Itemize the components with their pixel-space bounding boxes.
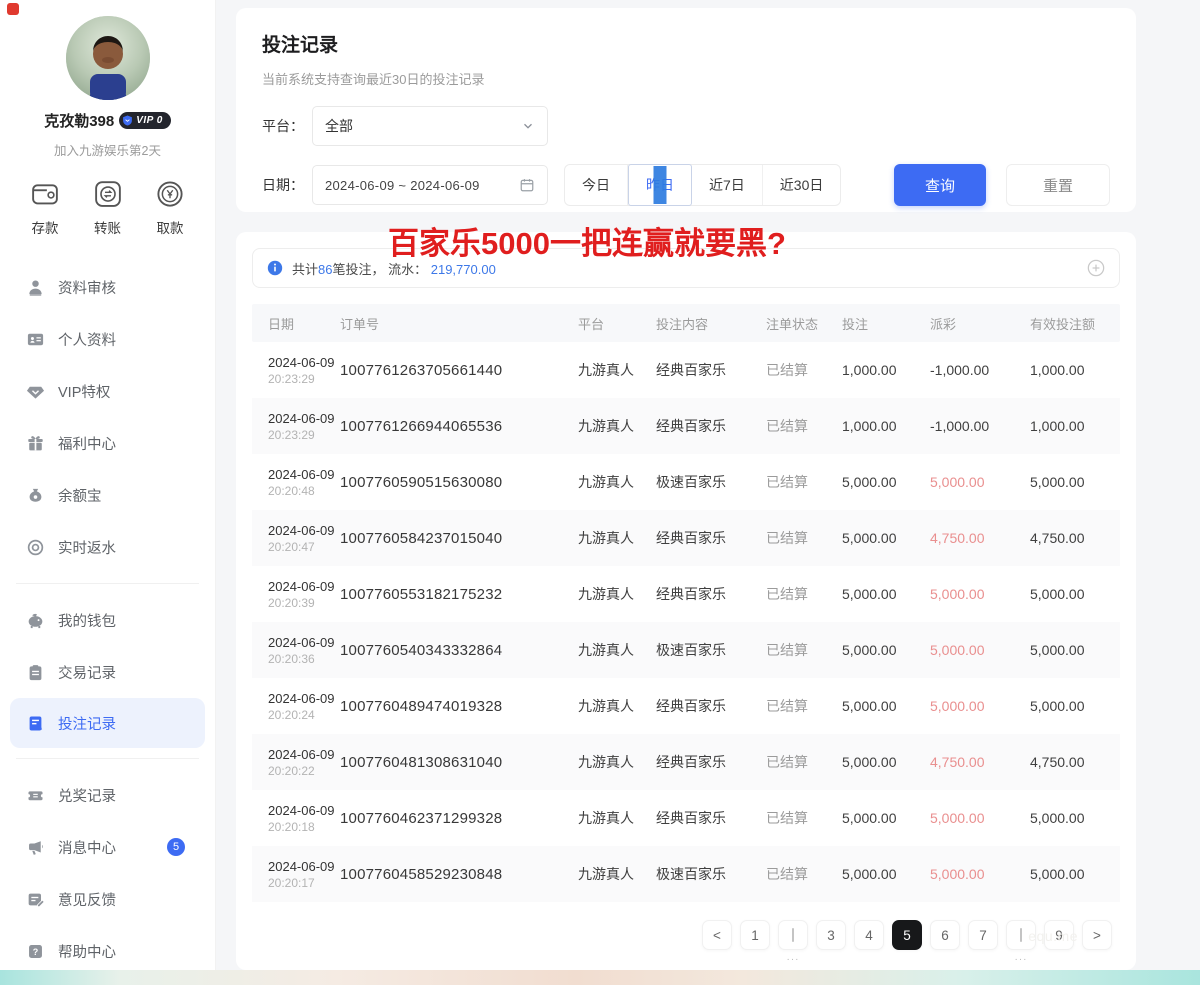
- svg-text:?: ?: [33, 947, 39, 957]
- sidebar-item-messages[interactable]: 消息中心 5: [0, 821, 215, 873]
- turnover-amount: 219,770.00: [431, 262, 496, 277]
- sidebar-item-yuebao[interactable]: 余额宝: [0, 469, 215, 521]
- table-row[interactable]: 2024-06-0920:20:39 1007760553182175232 九…: [252, 566, 1120, 622]
- sidebar-nav: 资料审核 个人资料 VIP特权 福利中心 余额宝 实时返水 我的钱包 交易记录 …: [0, 261, 215, 970]
- bet-count: 86: [318, 262, 332, 277]
- pagination-page-5[interactable]: 5: [892, 920, 922, 950]
- logo-mark: [7, 3, 19, 15]
- sidebar-divider: [16, 758, 199, 759]
- pagination: <1345679>: [252, 920, 1120, 950]
- pagination-page-6[interactable]: 6: [930, 920, 960, 950]
- quick-range-group: 今日 昨日 近7日 近30日: [564, 164, 841, 206]
- table-row[interactable]: 2024-06-0920:20:36 1007760540343332864 九…: [252, 622, 1120, 678]
- ticket-icon: [26, 786, 45, 805]
- query-button[interactable]: 查询: [894, 164, 986, 206]
- filter-card: 投注记录 当前系统支持查询最近30日的投注记录 平台： 全部 日期： 2024-…: [236, 8, 1136, 212]
- records-card: 共计86笔投注， 流水： 219,770.00 日期 订单号 平台 投注内容 注…: [236, 232, 1136, 970]
- sidebar-item-redeem[interactable]: 兑奖记录: [0, 769, 215, 821]
- sidebar-item-rebate[interactable]: 实时返水: [0, 521, 215, 573]
- summary-text: 共计86笔投注， 流水： 219,770.00: [292, 259, 496, 278]
- sidebar-item-help[interactable]: ? 帮助中心: [0, 925, 215, 970]
- chevron-down-icon: [521, 119, 535, 133]
- table-row[interactable]: 2024-06-0920:20:48 1007760590515630080 九…: [252, 454, 1120, 510]
- join-days-text: 加入九游娱乐第2天: [0, 140, 215, 159]
- sidebar-item-profile[interactable]: 个人资料: [0, 313, 215, 365]
- id-card-icon: [26, 330, 45, 349]
- gift-icon: [26, 434, 45, 453]
- app-layout: 克孜勒398 VIP 0 加入九游娱乐第2天 存款 转账: [0, 0, 1200, 970]
- user-audit-icon: [26, 278, 45, 297]
- table-row[interactable]: 2024-06-0920:23:29 1007761266944065536 九…: [252, 398, 1120, 454]
- username: 克孜勒398: [44, 110, 114, 131]
- sidebar-divider: [16, 583, 199, 584]
- page-subtitle: 当前系统支持查询最近30日的投注记录: [262, 69, 1110, 88]
- withdraw-button[interactable]: 取款: [155, 179, 185, 237]
- watermark: equ.me: [1028, 928, 1078, 944]
- quick-actions: 存款 转账 取款: [0, 179, 215, 237]
- vip-badge[interactable]: VIP 0: [119, 112, 171, 129]
- pagination-page-1[interactable]: 1: [740, 920, 770, 950]
- bottom-gradient-strip: [0, 970, 1200, 985]
- range-30days-button[interactable]: 近30日: [763, 165, 841, 205]
- table-row[interactable]: 2024-06-0920:20:24 1007760489474019328 九…: [252, 678, 1120, 734]
- sidebar: 克孜勒398 VIP 0 加入九游娱乐第2天 存款 转账: [0, 0, 216, 970]
- sidebar-item-feedback[interactable]: 意见反馈: [0, 873, 215, 925]
- megaphone-icon: [26, 838, 45, 857]
- table-body: 2024-06-0920:23:29 1007761263705661440 九…: [252, 342, 1120, 902]
- sidebar-item-audit[interactable]: 资料审核: [0, 261, 215, 313]
- pagination-next-button[interactable]: >: [1082, 920, 1112, 950]
- sidebar-item-wallet[interactable]: 我的钱包: [0, 594, 215, 646]
- question-mark-icon: ?: [26, 942, 45, 961]
- summary-bar: 共计86笔投注， 流水： 219,770.00: [252, 248, 1120, 288]
- sidebar-item-welfare[interactable]: 福利中心: [0, 417, 215, 469]
- platform-label: 平台：: [262, 116, 312, 136]
- pagination-page-4[interactable]: 4: [854, 920, 884, 950]
- sidebar-item-transactions[interactable]: 交易记录: [0, 646, 215, 698]
- money-bag-icon: [26, 486, 45, 505]
- bet-doc-icon: [26, 714, 45, 733]
- unread-badge: 5: [167, 838, 185, 856]
- main-content: 投注记录 当前系统支持查询最近30日的投注记录 平台： 全部 日期： 2024-…: [216, 0, 1200, 970]
- reset-button[interactable]: 重置: [1006, 164, 1110, 206]
- clipboard-icon: [26, 663, 45, 682]
- withdraw-icon: [155, 179, 185, 209]
- page-title: 投注记录: [262, 30, 1110, 57]
- table-header: 日期 订单号 平台 投注内容 注单状态 投注 派彩 有效投注额: [252, 304, 1120, 342]
- vip-diamond-icon: [26, 382, 45, 401]
- feedback-edit-icon: [26, 890, 45, 909]
- pagination-prev-button[interactable]: <: [702, 920, 732, 950]
- transfer-button[interactable]: 转账: [93, 179, 123, 237]
- avatar[interactable]: [66, 16, 150, 100]
- rebate-rings-icon: [26, 538, 45, 557]
- platform-select[interactable]: 全部: [312, 106, 548, 146]
- deposit-icon: [30, 179, 60, 209]
- pagination-ellipsis[interactable]: [778, 920, 808, 950]
- date-label: 日期：: [262, 175, 312, 195]
- table-row[interactable]: 2024-06-0920:23:29 1007761263705661440 九…: [252, 342, 1120, 398]
- range-yesterday-button[interactable]: 昨日: [628, 164, 692, 206]
- sidebar-item-vip[interactable]: VIP特权: [0, 365, 215, 417]
- table-row[interactable]: 2024-06-0920:20:17 1007760458529230848 九…: [252, 846, 1120, 902]
- pagination-page-3[interactable]: 3: [816, 920, 846, 950]
- pagination-page-7[interactable]: 7: [968, 920, 998, 950]
- table-row[interactable]: 2024-06-0920:20:22 1007760481308631040 九…: [252, 734, 1120, 790]
- deposit-button[interactable]: 存款: [30, 179, 60, 237]
- expand-plus-icon[interactable]: [1087, 259, 1105, 277]
- calendar-icon: [519, 177, 535, 193]
- range-7days-button[interactable]: 近7日: [692, 165, 763, 205]
- table-row[interactable]: 2024-06-0920:20:18 1007760462371299328 九…: [252, 790, 1120, 846]
- transfer-icon: [93, 179, 123, 209]
- table-row[interactable]: 2024-06-0920:20:47 1007760584237015040 九…: [252, 510, 1120, 566]
- range-today-button[interactable]: 今日: [565, 165, 628, 205]
- info-icon: [267, 260, 283, 276]
- piggy-bank-icon: [26, 611, 45, 630]
- sidebar-item-bets[interactable]: 投注记录: [10, 698, 205, 748]
- vip-shield-icon: [122, 115, 133, 126]
- date-range-input[interactable]: 2024-06-09 ~ 2024-06-09: [312, 165, 548, 205]
